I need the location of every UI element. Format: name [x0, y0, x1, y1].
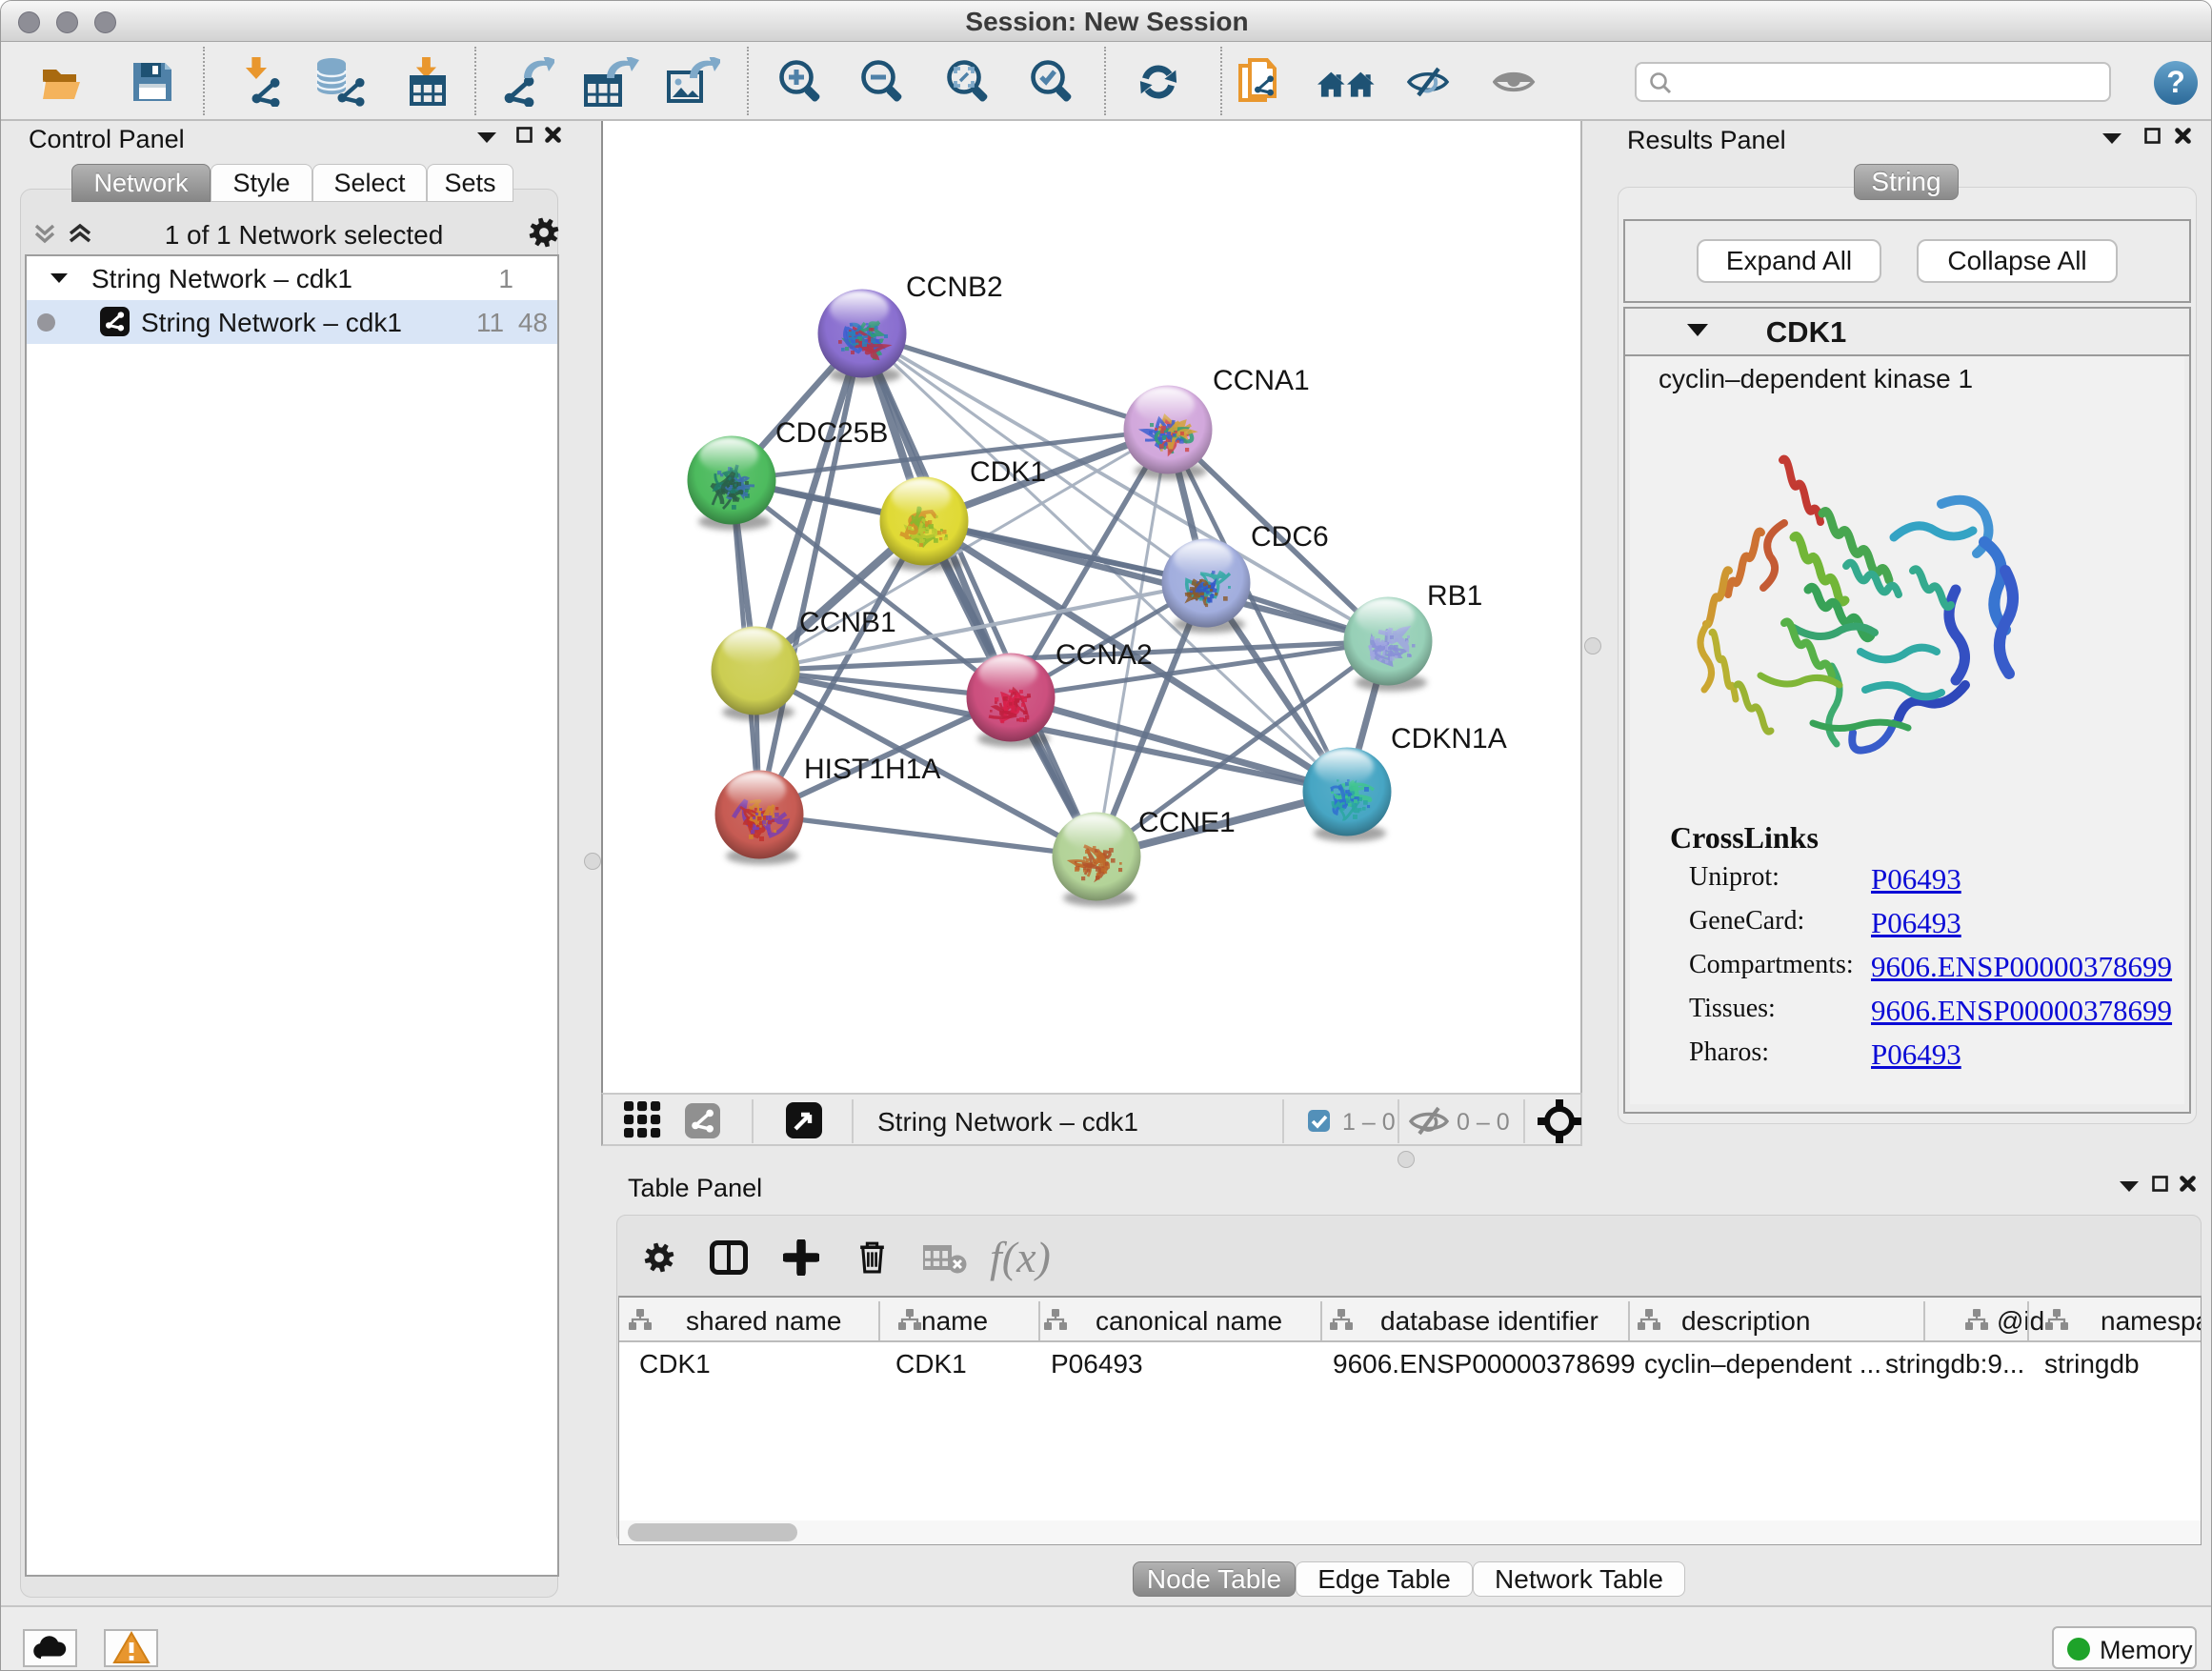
svg-text:CDK1: CDK1	[970, 456, 1046, 488]
svg-text:CCNE1: CCNE1	[1138, 807, 1236, 838]
svg-text:?: ?	[2166, 65, 2185, 99]
svg-text:RB1: RB1	[1427, 580, 1482, 612]
svg-text:CCNA1: CCNA1	[1213, 365, 1310, 396]
svg-text:CDKN1A: CDKN1A	[1391, 723, 1507, 755]
svg-text:CDC6: CDC6	[1251, 521, 1329, 553]
svg-text:CCNA2: CCNA2	[1056, 639, 1153, 671]
svg-text:HIST1H1A: HIST1H1A	[804, 754, 940, 785]
svg-text:CCNB2: CCNB2	[906, 272, 1003, 303]
svg-text:CDC25B: CDC25B	[775, 417, 888, 449]
svg-text:CCNB1: CCNB1	[799, 607, 896, 638]
